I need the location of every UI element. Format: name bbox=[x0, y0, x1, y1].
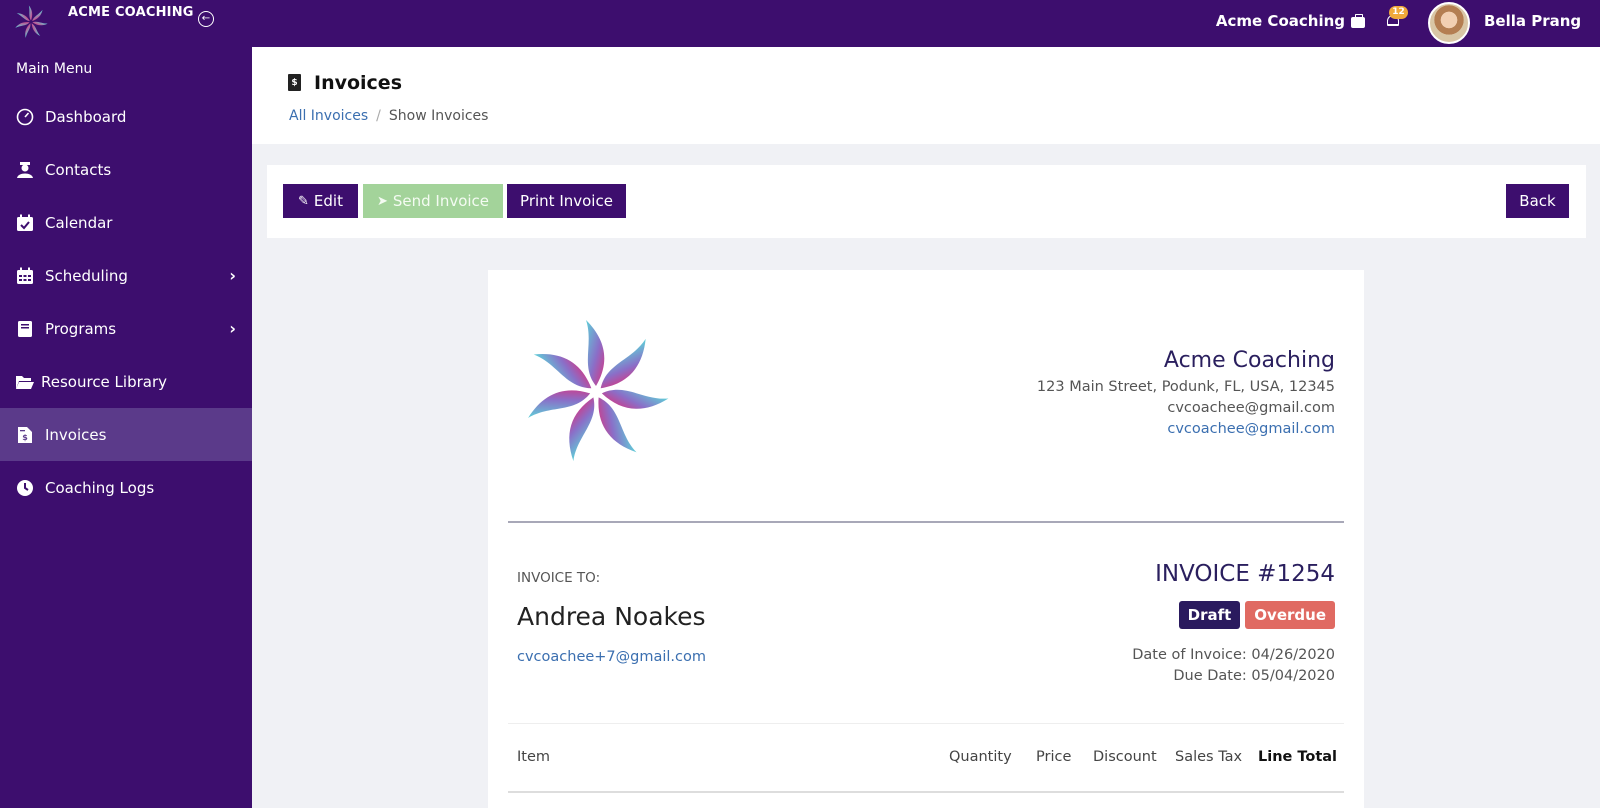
pencil-icon: ✎ bbox=[298, 193, 309, 209]
section-divider bbox=[508, 521, 1344, 523]
sidebar-item-dashboard[interactable]: Dashboard bbox=[0, 90, 252, 143]
calendar-check-icon bbox=[15, 214, 35, 232]
sidebar-item-label: Calendar bbox=[45, 213, 113, 232]
column-header-sales-tax: Sales Tax bbox=[1175, 749, 1243, 765]
column-header-quantity: Quantity bbox=[949, 749, 1012, 765]
table-divider bbox=[508, 791, 1344, 793]
company-logo-icon bbox=[528, 320, 669, 462]
print-invoice-button[interactable]: Print Invoice bbox=[507, 184, 626, 218]
brand-name: ACME COACHING bbox=[68, 5, 194, 20]
folder-open-icon bbox=[15, 373, 35, 391]
company-name: Acme Coaching bbox=[1163, 348, 1335, 373]
contacts-user-icon bbox=[15, 161, 35, 179]
top-navbar: ACME COACHING ← Acme Coaching 12 Bella P… bbox=[0, 0, 1600, 47]
back-button[interactable]: Back bbox=[1506, 184, 1569, 218]
column-header-price: Price bbox=[1036, 749, 1072, 765]
organization-switcher[interactable]: Acme Coaching bbox=[1216, 12, 1365, 30]
paper-plane-icon: ➤ bbox=[376, 193, 388, 209]
sidebar-item-invoices[interactable]: $ Invoices bbox=[0, 408, 252, 461]
sidebar-item-label: Invoices bbox=[45, 425, 107, 444]
sidebar-item-label: Programs bbox=[45, 319, 117, 338]
breadcrumb: All Invoices / Show Invoices bbox=[289, 108, 488, 124]
chevron-right-icon: › bbox=[229, 266, 236, 285]
sidebar-item-programs[interactable]: Programs › bbox=[0, 302, 252, 355]
sidebar-item-calendar[interactable]: Calendar bbox=[0, 196, 252, 249]
page-header: $ Invoices All Invoices / Show Invoices bbox=[252, 47, 1600, 144]
user-avatar[interactable] bbox=[1428, 2, 1470, 44]
invoice-number: INVOICE #1254 bbox=[1155, 561, 1335, 587]
invoice-to-label: INVOICE TO: bbox=[517, 570, 601, 586]
invoice-file-icon: $ bbox=[288, 74, 301, 91]
send-invoice-button-label: Send Invoice bbox=[392, 192, 490, 210]
sidebar: Main Menu Dashboard Contacts Calendar Sc… bbox=[0, 47, 252, 808]
sidebar-item-coaching-logs[interactable]: Coaching Logs bbox=[0, 461, 252, 514]
svg-text:$: $ bbox=[22, 433, 28, 442]
column-header-item: Item bbox=[517, 749, 551, 765]
notification-count-badge: 12 bbox=[1389, 6, 1408, 19]
collapse-sidebar-icon[interactable]: ← bbox=[198, 11, 214, 27]
invoice-toolbar: ✎ Edit ➤ Send Invoice Print Invoice Back bbox=[267, 165, 1586, 238]
company-info: Acme Coaching 123 Main Street, Podunk, F… bbox=[1037, 348, 1335, 440]
status-badge-overdue: Overdue bbox=[1245, 601, 1335, 629]
send-invoice-button[interactable]: ➤ Send Invoice bbox=[363, 184, 503, 218]
page-title: Invoices bbox=[314, 72, 403, 94]
book-icon bbox=[15, 320, 35, 338]
sidebar-item-label: Dashboard bbox=[45, 107, 127, 126]
brand-logo-icon[interactable] bbox=[13, 4, 49, 40]
calendar-grid-icon bbox=[15, 267, 35, 285]
sidebar-menu-title: Main Menu bbox=[16, 61, 93, 77]
breadcrumb-current: Show Invoices bbox=[388, 108, 489, 124]
sidebar-item-scheduling[interactable]: Scheduling › bbox=[0, 249, 252, 302]
edit-button[interactable]: ✎ Edit bbox=[283, 184, 358, 218]
company-email-link[interactable]: cvcoachee@gmail.com bbox=[1037, 419, 1335, 440]
sidebar-item-contacts[interactable]: Contacts bbox=[0, 143, 252, 196]
chevron-right-icon: › bbox=[229, 319, 236, 338]
due-date: Due Date: 05/04/2020 bbox=[1173, 668, 1335, 684]
client-name: Andrea Noakes bbox=[517, 602, 706, 631]
section-divider bbox=[508, 723, 1344, 724]
column-header-line-total: Line Total bbox=[1258, 749, 1338, 765]
user-name[interactable]: Bella Prang bbox=[1484, 12, 1581, 30]
clock-icon bbox=[15, 479, 35, 497]
sidebar-item-label: Resource Library bbox=[41, 372, 168, 391]
date-of-invoice: Date of Invoice: 04/26/2020 bbox=[1132, 647, 1335, 663]
sidebar-item-label: Contacts bbox=[45, 160, 112, 179]
client-email-link[interactable]: cvcoachee+7@gmail.com bbox=[517, 649, 706, 665]
edit-button-label: Edit bbox=[313, 192, 343, 210]
invoice-dates: Date of Invoice: 04/26/2020 Due Date: 05… bbox=[1132, 645, 1335, 687]
status-badge-draft: Draft bbox=[1178, 601, 1241, 629]
column-header-discount: Discount bbox=[1093, 749, 1157, 765]
organization-name: Acme Coaching bbox=[1215, 12, 1345, 30]
invoice-file-icon: $ bbox=[15, 426, 35, 444]
sidebar-item-label: Scheduling bbox=[45, 266, 128, 285]
breadcrumb-all-invoices-link[interactable]: All Invoices bbox=[289, 108, 368, 124]
company-address: 123 Main Street, Podunk, FL, USA, 12345 bbox=[1036, 379, 1335, 395]
sidebar-item-label: Coaching Logs bbox=[45, 478, 155, 497]
dashboard-gauge-icon bbox=[15, 108, 35, 126]
company-email: cvcoachee@gmail.com bbox=[1167, 400, 1335, 416]
sidebar-item-resource-library[interactable]: Resource Library bbox=[0, 355, 252, 408]
breadcrumb-separator: / bbox=[376, 108, 381, 124]
status-badges: Draft Overdue bbox=[1178, 601, 1335, 629]
invoice-document: Acme Coaching 123 Main Street, Podunk, F… bbox=[488, 270, 1364, 808]
briefcase-icon bbox=[1351, 13, 1365, 28]
